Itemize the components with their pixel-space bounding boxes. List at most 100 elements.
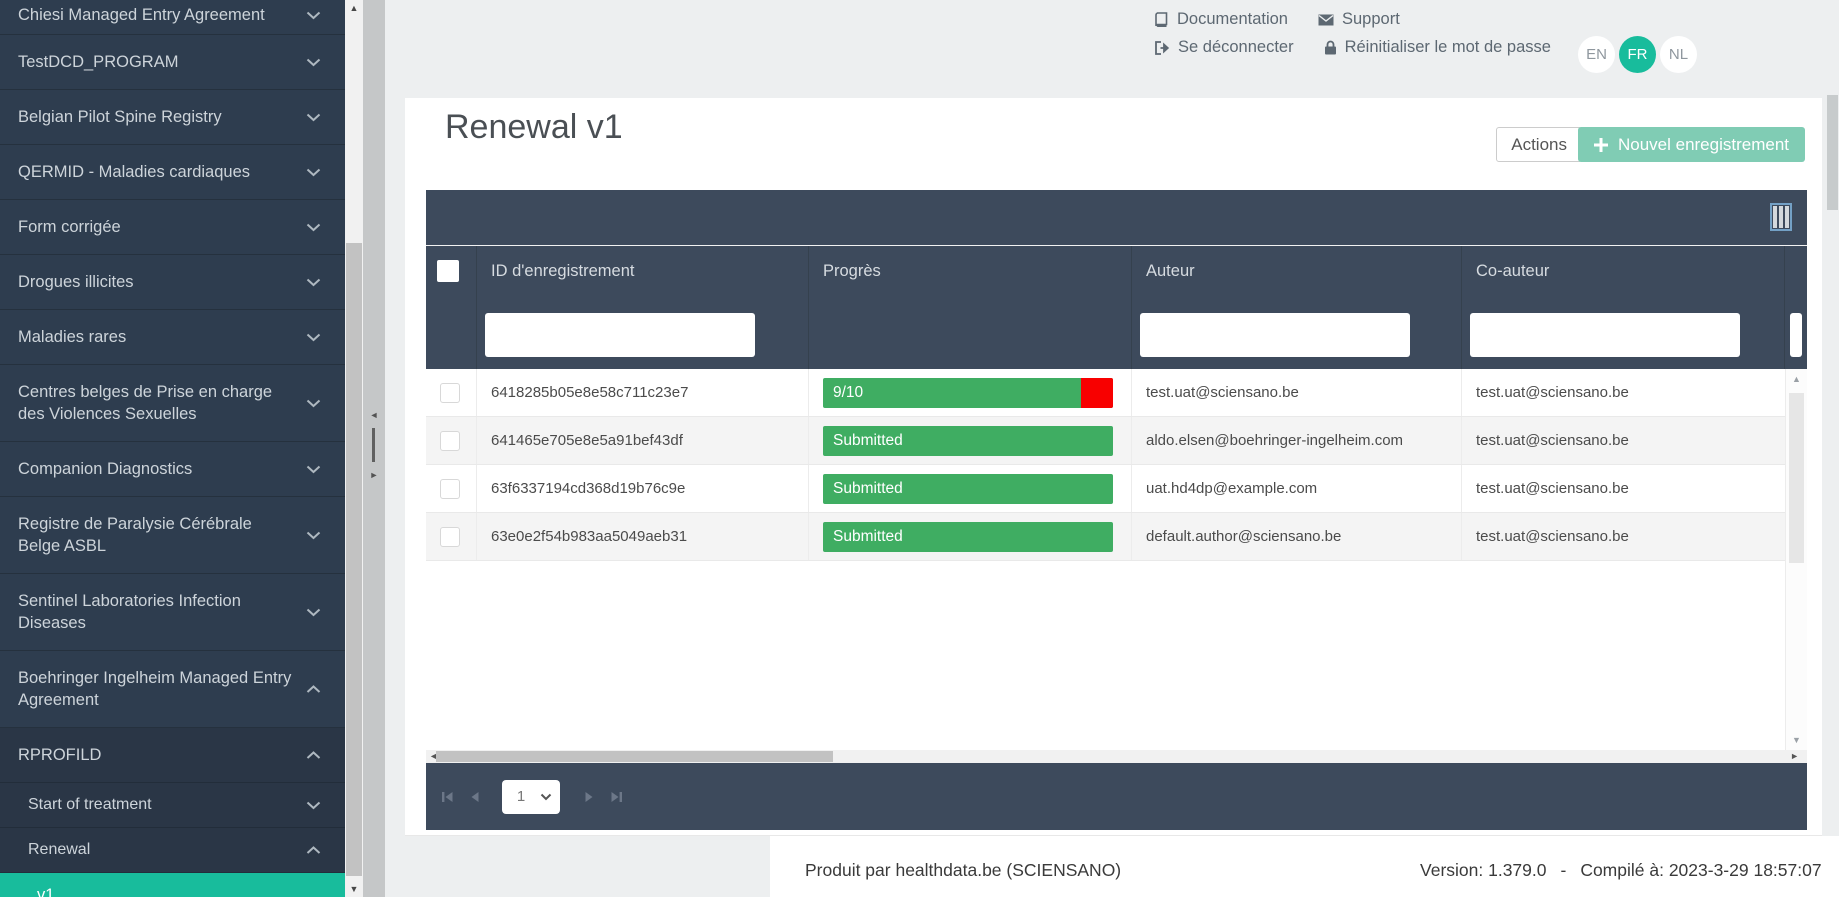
progress-cell: Submitted (809, 417, 1132, 464)
sidebar-item-v1[interactable]: v1 (0, 873, 345, 897)
sidebar-item-label: QERMID - Maladies cardiaques (18, 161, 250, 183)
table-body: 6418285b05e8e58c711c23e79/10test.uat@sci… (426, 369, 1807, 750)
version-separator: - (1560, 860, 1566, 881)
sidebar-item-companion-diagnostics[interactable]: Companion Diagnostics (0, 442, 345, 497)
next-page-icon[interactable] (582, 789, 596, 805)
header-link-envelope[interactable]: Support (1318, 10, 1400, 29)
sidebar-item-label: Maladies rares (18, 326, 126, 348)
sidebar-item-registre-de-paralysie-c-r-brale-belge-asbl[interactable]: Registre de Paralysie Cérébrale Belge AS… (0, 497, 345, 574)
sidebar-item-maladies-rares[interactable]: Maladies rares (0, 310, 345, 365)
sidebar-item-rprofild[interactable]: RPROFILD (0, 728, 345, 783)
filter-extra-input[interactable] (1790, 313, 1802, 357)
column-header-auteur[interactable]: Auteur (1132, 246, 1462, 297)
language-switcher: ENFRNL (1578, 36, 1697, 73)
scroll-down-icon[interactable]: ▼ (345, 882, 363, 896)
sidebar-item-label: Renewal (28, 839, 90, 861)
sidebar-splitter[interactable]: ◄ ► (363, 0, 385, 897)
sidebar-item-label: Belgian Pilot Spine Registry (18, 106, 222, 128)
book-icon (1154, 12, 1169, 28)
language-pill-en[interactable]: EN (1578, 36, 1615, 73)
sidebar-item-drogues-illicites[interactable]: Drogues illicites (0, 255, 345, 310)
coauteur-cell: test.uat@sciensano.be (1462, 465, 1785, 512)
compiled-text: Compilé à: 2023-3-29 18:57:07 (1580, 860, 1821, 881)
row-checkbox[interactable] (440, 479, 460, 499)
table-hscrollbar-thumb[interactable] (436, 751, 833, 762)
page-scrollbar-thumb[interactable] (1827, 95, 1838, 210)
progress-badge: Submitted (823, 426, 1113, 456)
page-select[interactable]: 1 (502, 780, 560, 814)
actions-button[interactable]: Actions (1496, 127, 1582, 162)
table-row[interactable]: 63f6337194cd368d19b76c9eSubmitteduat.hd4… (426, 465, 1807, 513)
progress-badge: 9/10 (823, 378, 1113, 408)
sidebar-item-label: RPROFILD (18, 744, 101, 766)
plus-icon (1594, 138, 1608, 152)
sidebar-item-start-of-treatment[interactable]: Start of treatment (0, 783, 345, 828)
chevron-down-icon (540, 793, 552, 801)
scroll-up-icon[interactable]: ▲ (345, 1, 363, 15)
chevron-up-icon (306, 846, 321, 855)
chevron-up-icon (306, 685, 321, 694)
table-vertical-scrollbar[interactable]: ▲ ▼ (1785, 369, 1807, 750)
splitter-grip[interactable] (372, 428, 375, 462)
previous-page-icon[interactable] (468, 789, 482, 805)
sidebar-item-testdcd-program[interactable]: TestDCD_PROGRAM (0, 35, 345, 90)
chevron-down-icon (306, 278, 321, 287)
sidebar-item-belgian-pilot-spine-registry[interactable]: Belgian Pilot Spine Registry (0, 90, 345, 145)
column-header-coauteur[interactable]: Co-auteur (1462, 246, 1785, 297)
sidebar-item-form-corrig-e[interactable]: Form corrigée (0, 200, 345, 255)
record-id-cell: 63e0e2f54b983aa5049aeb31 (477, 513, 809, 560)
table-row[interactable]: 6418285b05e8e58c711c23e79/10test.uat@sci… (426, 369, 1807, 417)
sidebar-scrollbar-thumb[interactable] (346, 243, 362, 876)
sidebar-scrollbar[interactable]: ▲ ▼ (345, 0, 363, 897)
sidebar-item-chiesi-managed-entry-agreement[interactable]: Chiesi Managed Entry Agreement (0, 0, 345, 35)
select-all-checkbox[interactable] (437, 260, 459, 282)
table-scroll-up-icon[interactable]: ▲ (1786, 374, 1807, 384)
new-record-button[interactable]: Nouvel enregistrement (1578, 127, 1805, 162)
table-horizontal-scrollbar[interactable]: ◄ ► (426, 750, 1807, 763)
current-page-value: 1 (502, 788, 540, 805)
sidebar-item-label: v1 (37, 884, 54, 897)
column-header-id[interactable]: ID d'enregistrement (477, 246, 809, 297)
filter-coauteur-input[interactable] (1470, 313, 1740, 357)
chevron-down-icon (306, 608, 321, 617)
header-link-book[interactable]: Documentation (1154, 10, 1288, 29)
signout-icon (1154, 41, 1170, 55)
sidebar-item-centres-belges-de-prise-en-charge-des-violences-sexuelles[interactable]: Centres belges de Prise en charge des Vi… (0, 365, 345, 442)
auteur-cell: test.uat@sciensano.be (1132, 369, 1462, 416)
table-scrollbar-thumb[interactable] (1789, 393, 1804, 563)
table-scroll-right-icon[interactable]: ► (1790, 750, 1799, 763)
collapse-left-icon[interactable]: ◄ (370, 410, 379, 420)
auteur-cell: uat.hd4dp@example.com (1132, 465, 1462, 512)
expand-right-icon[interactable]: ► (370, 470, 379, 480)
chevron-up-icon (306, 751, 321, 760)
sidebar-item-sentinel-laboratories-infection-diseases[interactable]: Sentinel Laboratories Infection Diseases (0, 574, 345, 651)
language-pill-fr[interactable]: FR (1619, 36, 1656, 73)
splitter-handle[interactable]: ◄ ► (370, 410, 379, 480)
last-page-icon[interactable] (608, 789, 625, 805)
header-link-lock[interactable]: Réinitialiser le mot de passe (1324, 38, 1551, 57)
record-id-cell: 63f6337194cd368d19b76c9e (477, 465, 809, 512)
row-checkbox[interactable] (440, 431, 460, 451)
table-scroll-down-icon[interactable]: ▼ (1786, 735, 1807, 745)
header-link-signout[interactable]: Se déconnecter (1154, 38, 1294, 57)
sidebar-item-label: Drogues illicites (18, 271, 134, 293)
sidebar-item-boehringer-ingelheim-managed-entry-agreement[interactable]: Boehringer Ingelheim Managed Entry Agree… (0, 651, 345, 728)
progress-cell: Submitted (809, 513, 1132, 560)
sidebar-item-renewal[interactable]: Renewal (0, 828, 345, 873)
row-checkbox[interactable] (440, 527, 460, 547)
filter-auteur-input[interactable] (1140, 313, 1410, 357)
column-header-progress[interactable]: Progrès (809, 246, 1132, 297)
table-row[interactable]: 63e0e2f54b983aa5049aeb31Submitteddefault… (426, 513, 1807, 561)
table-row[interactable]: 641465e705e8e5a91bef43dfSubmittedaldo.el… (426, 417, 1807, 465)
sidebar-item-label: TestDCD_PROGRAM (18, 51, 178, 73)
app-footer: Produit par healthdata.be (SCIENSANO) Ve… (770, 836, 1839, 897)
column-chooser-icon[interactable] (1772, 205, 1790, 229)
sidebar-item-label: Companion Diagnostics (18, 458, 192, 480)
sidebar-item-qermid-maladies-cardiaques[interactable]: QERMID - Maladies cardiaques (0, 145, 345, 200)
first-page-icon[interactable] (439, 789, 456, 805)
chevron-down-icon (306, 465, 321, 474)
page-scrollbar[interactable] (1826, 0, 1839, 897)
language-pill-nl[interactable]: NL (1660, 36, 1697, 73)
filter-id-input[interactable] (485, 313, 755, 357)
row-checkbox[interactable] (440, 383, 460, 403)
